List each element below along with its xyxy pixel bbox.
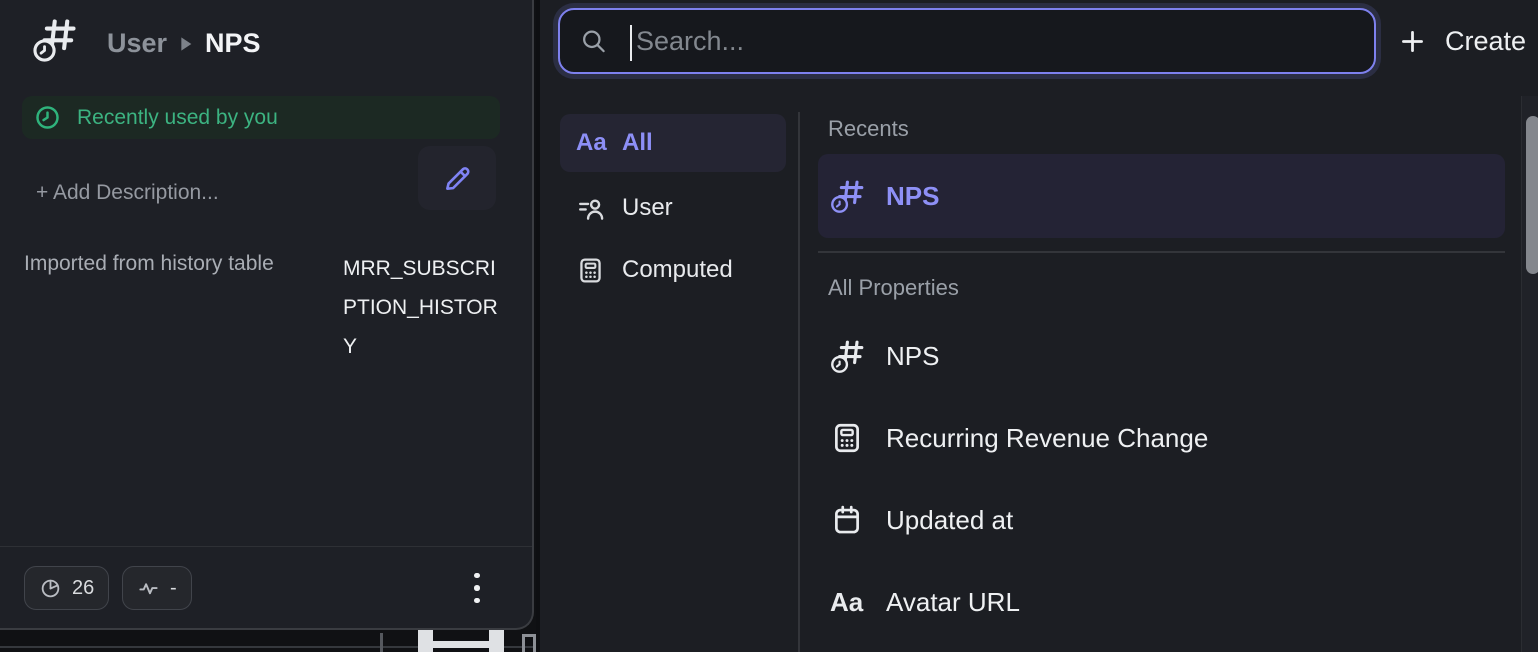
property-item-recurring-revenue-change[interactable]: Recurring Revenue Change: [818, 397, 1505, 479]
trend-value: -: [170, 577, 177, 600]
recently-used-badge: Recently used by you: [22, 96, 500, 139]
calculator-icon: [576, 256, 605, 285]
recent-item-nps[interactable]: NPS: [818, 154, 1505, 238]
property-item-label: Avatar URL: [886, 587, 1020, 618]
background-page-fragment: [0, 630, 538, 652]
pencil-icon: [441, 162, 474, 195]
numeric-property-clock-icon: [32, 16, 79, 68]
kebab-dot: [474, 598, 480, 604]
results-list: Recents NPS All Properties: [818, 0, 1505, 652]
imported-from-value: MRR_SUBSCRIPTION_HISTORY: [343, 249, 499, 366]
property-item-label: Updated at: [886, 505, 1013, 536]
add-description-button[interactable]: + Add Description...: [36, 181, 219, 205]
column-divider: [798, 112, 800, 652]
property-item-label: Recurring Revenue Change: [886, 423, 1208, 454]
usage-count-pill[interactable]: 26: [24, 566, 109, 610]
calendar-icon: [830, 503, 864, 537]
calculator-icon: [830, 421, 864, 455]
recently-used-label: Recently used by you: [77, 106, 278, 130]
background-shape: [380, 633, 383, 652]
scrollbar-track[interactable]: [1521, 96, 1538, 652]
text-caret: [630, 25, 632, 61]
filter-tab-computed[interactable]: Computed: [560, 246, 786, 294]
filter-tab-label: Computed: [622, 256, 733, 284]
recents-header: Recents: [828, 116, 909, 142]
section-divider: [818, 251, 1505, 253]
imported-from-label: Imported from history table: [24, 252, 274, 276]
trend-pill[interactable]: -: [122, 566, 192, 610]
numeric-property-clock-icon: [830, 338, 866, 374]
numeric-property-clock-icon: [830, 178, 866, 214]
breadcrumb: User NPS: [107, 28, 261, 59]
property-item-updated-at[interactable]: Updated at: [818, 479, 1505, 561]
breadcrumb-parent: User: [107, 28, 167, 59]
property-item-avatar-url[interactable]: Aa Avatar URL: [818, 561, 1505, 643]
property-item-label: NPS: [886, 341, 939, 372]
text-type-icon: Aa: [576, 129, 607, 157]
kebab-dot: [474, 573, 480, 579]
breadcrumb-current: NPS: [205, 28, 261, 59]
filter-tab-label: User: [622, 194, 673, 222]
clock-icon: [34, 104, 61, 131]
property-item-nps[interactable]: NPS: [818, 315, 1505, 397]
usage-count-value: 26: [72, 577, 94, 600]
property-detail-card: User NPS Recently used by you + Add Desc…: [0, 0, 534, 630]
text-type-icon: Aa: [830, 587, 863, 618]
scrollbar-thumb[interactable]: [1526, 116, 1538, 274]
kebab-dot: [474, 585, 480, 591]
activity-pulse-icon: [137, 577, 160, 600]
background-shape: [522, 634, 536, 652]
search-icon: [580, 28, 607, 55]
more-options-button[interactable]: [462, 566, 492, 610]
all-properties-header: All Properties: [828, 275, 959, 301]
edit-description-button[interactable]: [418, 146, 496, 210]
filter-tab-label: All: [622, 129, 653, 157]
pie-chart-icon: [39, 577, 62, 600]
filter-tab-all[interactable]: Aa All: [560, 114, 786, 172]
recent-item-label: NPS: [886, 181, 939, 212]
user-list-icon: [576, 194, 605, 223]
footer-divider: [0, 546, 532, 547]
chevron-right-icon: [179, 36, 193, 52]
property-search-popover: Create Aa All User Computed: [540, 0, 1538, 652]
filter-tab-user[interactable]: User: [560, 184, 786, 232]
background-shape: [418, 641, 504, 648]
